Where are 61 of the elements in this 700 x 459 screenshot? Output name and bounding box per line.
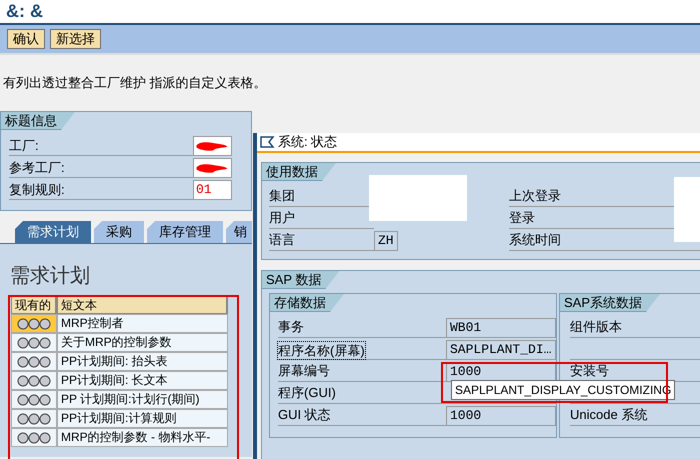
group-title: 标题信息 [1,112,75,130]
field-label: 用户 [269,210,295,225]
group-title: 存储数据 [270,294,344,312]
input-field[interactable]: 1000 [446,406,556,426]
field-label: 组件版本 [570,317,700,338]
field-label: 事务 [278,318,304,336]
field-label: 程序(GUI) [278,384,336,402]
field-label: 集团 [269,188,295,203]
table-cell: PP计划期间: 抬头表 [57,352,228,371]
table-cell: PP计划期间: 长文本 [57,371,228,390]
tab[interactable]: 需求计划 [15,221,91,243]
panel-title: 需求计划 [10,264,91,288]
tab[interactable]: 采购 [94,221,144,243]
traffic-light-icon [17,374,51,386]
table-cell: 关于MRP的控制参数 [57,333,228,352]
toolbar-button[interactable]: 确认 [7,29,45,49]
field-label: 屏幕编号 [278,362,330,380]
input-field[interactable] [193,136,232,156]
group-title: SAP系统数据 [560,294,660,312]
column-header: 短文本 [57,296,228,314]
info-message: 有列出透过整合工厂维护 指派的自定义表格。 [3,74,267,92]
redaction-scribble [195,162,228,174]
table-cell: MRP控制者 [57,314,228,333]
table-cell: MRP的控制参数 - 物料水平- [57,428,228,447]
input-field[interactable]: ZH [374,231,398,251]
traffic-light-icon [17,432,51,444]
traffic-light-icon [17,356,51,368]
field-label: GUI 状态 [278,406,331,424]
input-field[interactable] [193,158,232,178]
window-icon [260,136,275,148]
group-title: 使用数据 [262,163,336,181]
group-title: SAP 数据 [262,271,340,289]
table-cell: PP计划期间:计算规则 [57,409,228,428]
input-field[interactable]: SAPLPLANT_DI… [446,340,556,360]
window-title: &: & [6,0,43,23]
field-label: 程序名称(屏幕) [278,342,365,359]
status-cell[interactable] [11,428,57,447]
column-header: 现有的 [11,296,57,314]
table-cell: PP 计划期间:计划行(期间) [57,390,228,409]
field-label: 语言 [269,232,295,247]
field-label: Unicode 系统 [570,405,700,426]
status-cell[interactable] [11,409,57,428]
traffic-light-icon [17,412,51,424]
status-cell[interactable] [11,352,57,371]
status-cell[interactable] [11,371,57,390]
dialog-title: 系统: 状态 [278,133,338,152]
status-cell[interactable] [11,390,57,409]
tab[interactable]: 库存管理 [147,221,223,243]
field-label: 工厂: [9,137,193,156]
field-label: 复制规则: [9,181,193,200]
field-label: 参考工厂: [9,159,193,178]
traffic-light-icon [17,336,51,348]
input-field[interactable]: 01 [193,180,232,200]
toolbar-button[interactable]: 新选择 [50,29,101,49]
traffic-light-icon [17,394,51,406]
traffic-light-icon [17,318,51,330]
status-cell[interactable] [11,333,57,352]
status-cell[interactable] [11,314,57,333]
input-field[interactable]: WB01 [446,318,556,338]
redaction-scribble [195,140,228,152]
tab[interactable]: 销 [226,221,252,243]
